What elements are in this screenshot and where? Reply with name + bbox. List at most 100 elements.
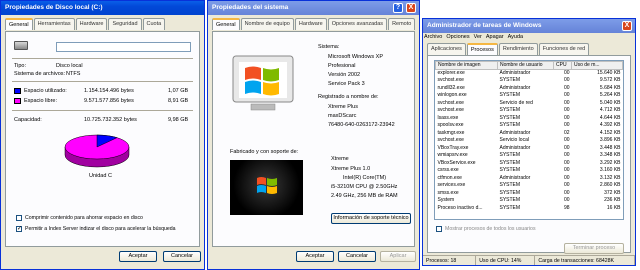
process-cpu: 02: [563, 129, 570, 136]
cancel-button[interactable]: Cancelar: [163, 251, 201, 262]
table-row[interactable]: VBoxTray.exe Administrador 00 3.448 KB: [436, 144, 623, 152]
disk-tab-security[interactable]: Seguridad: [108, 18, 142, 30]
table-row[interactable]: taskmgr.exe Administrador 02 4.152 KB: [436, 129, 623, 137]
drive-label-input[interactable]: [56, 42, 191, 52]
process-memory: 4.152 KB: [599, 129, 621, 136]
process-memory: 9.572 KB: [599, 77, 621, 84]
tm-tab-applications[interactable]: Aplicaciones: [427, 43, 466, 55]
table-row[interactable]: svchost.exe SYSTEM 00 4.712 KB: [436, 107, 623, 115]
process-memory: 5.684 KB: [599, 84, 621, 91]
sys-tab-general[interactable]: General: [212, 18, 240, 30]
process-user: SYSTEM: [499, 182, 521, 189]
capacity-label: Capacidad:: [14, 117, 42, 123]
capacity-gb: 9,98 GB: [168, 117, 189, 123]
tm-title-bar[interactable]: Administrador de tareas de Windows X: [423, 19, 635, 33]
tm-tab-networking[interactable]: Funciones de red: [538, 43, 590, 55]
table-row[interactable]: spoolsv.exe SYSTEM 00 4.392 KB: [436, 122, 623, 130]
process-user: Administrador: [499, 129, 531, 136]
sys-tab-remote[interactable]: Remoto: [388, 18, 416, 30]
process-memory: 3.132 KB: [599, 174, 621, 181]
close-icon[interactable]: X: [622, 21, 632, 31]
disk-title-bar[interactable]: Propiedades de Disco local (C:): [1, 1, 204, 15]
process-cpu: 00: [563, 77, 570, 84]
table-row[interactable]: services.exe SYSTEM 00 2.860 KB: [436, 182, 623, 190]
menu-view[interactable]: Ver: [474, 34, 482, 40]
divider: [12, 110, 193, 111]
status-cpu: Uso de CPU: 14%: [476, 256, 536, 265]
cancel-button[interactable]: Cancelar: [338, 251, 376, 262]
disk-title: Propiedades de Disco local (C:): [5, 4, 103, 11]
process-memory: 3.896 KB: [599, 137, 621, 144]
table-row[interactable]: rundll32.exe Administrador 00 5.684 KB: [436, 84, 623, 92]
process-table: Nombre de imagen Nombre de usuario CPU U…: [435, 61, 623, 212]
table-row[interactable]: wmiapsrv.exe SYSTEM 00 3.348 KB: [436, 152, 623, 160]
support-info-button[interactable]: Información de soporte técnico: [331, 213, 411, 224]
show-all-label: Mostrar procesos de todos los usuarios: [445, 226, 536, 232]
disk-tab-tools[interactable]: Herramientas: [33, 18, 75, 30]
table-row[interactable]: VBoxService.exe SYSTEM 00 3.292 KB: [436, 159, 623, 167]
end-process-button[interactable]: Terminar proceso: [564, 243, 624, 254]
table-row[interactable]: svchost.exe Servicio local 00 3.896 KB: [436, 137, 623, 145]
table-row[interactable]: explorer.exe Administrador 00 15.640 KB: [436, 69, 623, 77]
process-user: SYSTEM: [499, 197, 521, 204]
table-row[interactable]: Proceso inactivo d... SYSTEM 98 16 KB: [436, 204, 623, 212]
menu-help[interactable]: Ayuda: [508, 34, 524, 40]
process-image: taskmgr.exe: [437, 129, 465, 136]
menu-options[interactable]: Opciones: [446, 34, 469, 40]
help-icon[interactable]: ?: [393, 3, 403, 13]
os-edition: Profesional: [328, 63, 356, 69]
disk-tab-general[interactable]: General: [5, 18, 33, 30]
system-properties-window: Propiedades del sistema ? X General Nomb…: [207, 0, 420, 270]
menu-file[interactable]: Archivo: [424, 34, 442, 40]
table-row[interactable]: lsass.exe SYSTEM 00 4.644 KB: [436, 114, 623, 122]
table-row[interactable]: ctfmon.exe Administrador 00 3.132 KB: [436, 174, 623, 182]
menu-shutdown[interactable]: Apagar: [486, 34, 504, 40]
sys-tab-hardware[interactable]: Hardware: [294, 18, 327, 30]
table-row[interactable]: svchost.exe Servicio de red 00 5.040 KB: [436, 99, 623, 107]
table-row[interactable]: winlogon.exe SYSTEM 00 5.264 KB: [436, 92, 623, 100]
process-memory: 4.644 KB: [599, 114, 621, 121]
tm-tab-performance[interactable]: Rendimiento: [498, 43, 538, 55]
process-user: SYSTEM: [499, 189, 521, 196]
disk-tabs: General Herramientas Hardware Seguridad …: [5, 18, 200, 30]
col-memory[interactable]: Uso de m...: [571, 61, 623, 70]
index-checkbox[interactable]: ✓: [16, 226, 22, 232]
process-memory: 3.160 KB: [599, 167, 621, 174]
table-row[interactable]: csrss.exe SYSTEM 00 3.160 KB: [436, 167, 623, 175]
tm-tab-processes[interactable]: Procesos: [466, 43, 498, 55]
process-image: csrss.exe: [437, 167, 459, 174]
table-row[interactable]: svchost.exe SYSTEM 00 9.572 KB: [436, 77, 623, 85]
col-user-name[interactable]: Nombre de usuario: [497, 61, 554, 70]
process-memory: 3.448 KB: [599, 144, 621, 151]
process-cpu: 00: [563, 152, 570, 159]
table-row[interactable]: smss.exe SYSTEM 00 372 KB: [436, 189, 623, 197]
divider: [12, 58, 193, 59]
status-commit: Carga de transacciones: 68428K: [535, 256, 635, 265]
ok-button[interactable]: Aceptar: [119, 251, 157, 262]
table-row[interactable]: System SYSTEM 00 236 KB: [436, 197, 623, 205]
compress-checkbox[interactable]: [16, 215, 22, 221]
process-rows: explorer.exe Administrador 00 15.640 KB svch…: [436, 69, 623, 212]
product-id: 76480-640-0263172-23942: [328, 122, 395, 128]
disk-tab-hardware[interactable]: Hardware: [75, 18, 108, 30]
disk-tab-quota[interactable]: Cuota: [142, 18, 166, 30]
ok-button[interactable]: Aceptar: [296, 251, 334, 262]
cpu-name: Intel(R) Core(TM): [343, 175, 387, 181]
apply-button[interactable]: Aplicar: [380, 251, 416, 262]
process-image: smss.exe: [437, 189, 459, 196]
show-all-checkbox[interactable]: [436, 226, 442, 232]
sys-tab-advanced[interactable]: Opciones avanzadas: [327, 18, 388, 30]
col-cpu[interactable]: CPU: [553, 61, 572, 70]
process-cpu: 00: [563, 189, 570, 196]
col-image-name[interactable]: Nombre de imagen: [435, 61, 498, 70]
process-image: wmiapsrv.exe: [437, 152, 468, 159]
disk-properties-window: Propiedades de Disco local (C:) General …: [0, 0, 205, 270]
sys-tab-computer-name[interactable]: Nombre de equipo: [240, 18, 294, 30]
process-cpu: 00: [563, 197, 570, 204]
process-image: spoolsv.exe: [437, 122, 464, 129]
process-image: svchost.exe: [437, 99, 464, 106]
process-user: SYSTEM: [499, 114, 521, 121]
process-cpu: 00: [563, 167, 570, 174]
close-icon[interactable]: X: [406, 3, 416, 13]
sys-title-bar[interactable]: Propiedades del sistema ? X: [208, 1, 419, 15]
